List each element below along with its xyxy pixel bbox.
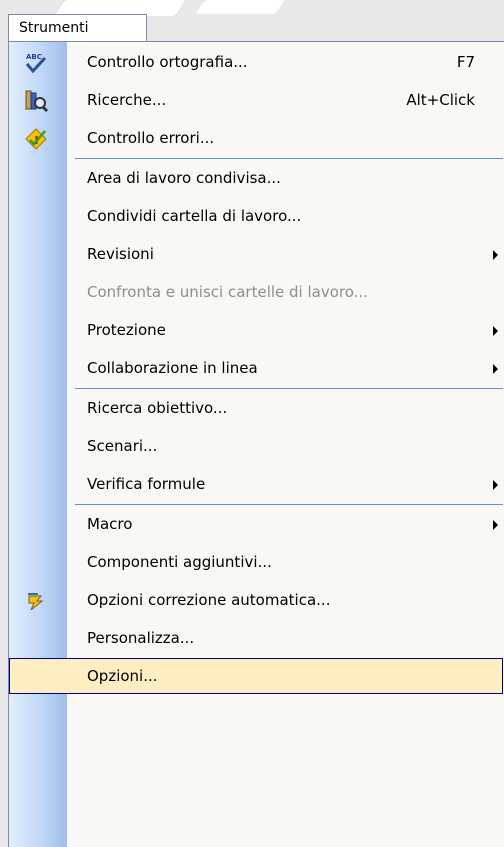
menu-item-label: Scenari...: [87, 437, 158, 455]
menu-item-label: Ricerche...: [87, 91, 167, 109]
menu-item-label: Collaborazione in linea: [87, 359, 258, 377]
menu-item-label: Confronta e unisci cartelle di lavoro...: [87, 283, 368, 301]
menu-item-add-ins[interactable]: Componenti aggiuntivi...: [9, 544, 503, 581]
menu-item-label: Area di lavoro condivisa...: [87, 169, 281, 187]
menu-item-scenarios[interactable]: Scenari...: [9, 428, 503, 465]
menu-item-label: Controllo errori...: [87, 129, 215, 147]
submenu-arrow-icon: [493, 250, 498, 260]
menu-item-shared-workspace[interactable]: Area di lavoro condivisa...: [9, 160, 503, 197]
menu-title-tab[interactable]: Strumenti: [8, 14, 147, 42]
menu-item-shortcut: Alt+Click: [406, 91, 475, 109]
menu-item-autocorrect-options[interactable]: Opzioni correzione automatica...: [9, 582, 503, 619]
autocorrect-icon: [23, 588, 49, 614]
menu-item-spellcheck[interactable]: ABC Controllo ortografia... F7: [9, 44, 503, 81]
menu-item-label: Opzioni...: [87, 667, 158, 685]
submenu-arrow-icon: [493, 364, 498, 374]
tools-menu: ABC Controllo ortografia... F7 Ricerche.…: [8, 41, 504, 847]
menu-item-formula-auditing[interactable]: Verifica formule: [9, 466, 503, 503]
menu-item-track-changes[interactable]: Revisioni: [9, 236, 503, 273]
menu-item-research[interactable]: Ricerche... Alt+Click: [9, 82, 503, 119]
research-icon: [23, 88, 49, 114]
menu-separator: [75, 158, 503, 159]
submenu-arrow-icon: [493, 480, 498, 490]
menu-item-options[interactable]: Opzioni...: [9, 658, 503, 694]
menu-item-label: Ricerca obiettivo...: [87, 399, 228, 417]
menu-item-online-collaboration[interactable]: Collaborazione in linea: [9, 350, 503, 387]
menu-item-label: Controllo ortografia...: [87, 53, 248, 71]
submenu-arrow-icon: [493, 326, 498, 336]
menu-item-label: Opzioni correzione automatica...: [87, 591, 331, 609]
menu-item-share-workbook[interactable]: Condividi cartella di lavoro...: [9, 198, 503, 235]
menu-item-label: Verifica formule: [87, 475, 206, 493]
menu-item-compare-merge[interactable]: Confronta e unisci cartelle di lavoro...: [9, 274, 503, 311]
spellcheck-icon: ABC: [23, 50, 49, 76]
menu-item-label: Macro: [87, 515, 133, 533]
menu-item-label: Protezione: [87, 321, 166, 339]
decorative-swoosh: [195, 0, 285, 14]
menu-item-customize[interactable]: Personalizza...: [9, 620, 503, 657]
menu-item-error-check[interactable]: ! Controllo errori...: [9, 120, 503, 157]
menu-item-shortcut: F7: [456, 53, 475, 71]
menu-item-label: Condividi cartella di lavoro...: [87, 207, 302, 225]
menu-item-macro[interactable]: Macro: [9, 506, 503, 543]
menu-item-protection[interactable]: Protezione: [9, 312, 503, 349]
menu-separator: [75, 504, 503, 505]
error-check-icon: !: [23, 126, 49, 152]
menu-item-goal-seek[interactable]: Ricerca obiettivo...: [9, 390, 503, 427]
menu-title: Strumenti: [19, 20, 89, 36]
menu-item-label: Revisioni: [87, 245, 154, 263]
submenu-arrow-icon: [493, 520, 498, 530]
svg-text:ABC: ABC: [26, 53, 42, 61]
menu-separator: [75, 388, 503, 389]
menu-item-label: Personalizza...: [87, 629, 195, 647]
menu-item-label: Componenti aggiuntivi...: [87, 553, 272, 571]
